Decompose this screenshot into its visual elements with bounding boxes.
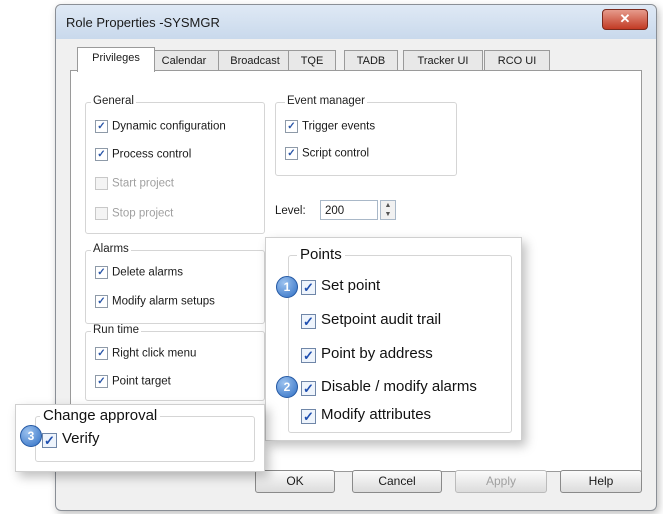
- checkbox-stop-project[interactable]: Stop project: [95, 207, 173, 220]
- apply-button[interactable]: Apply: [455, 470, 547, 493]
- event-manager-group-label: Event manager: [285, 95, 367, 107]
- tab-tadb[interactable]: TADB: [344, 50, 398, 71]
- checkbox-verify[interactable]: Verify: [42, 430, 100, 448]
- check-icon: [95, 266, 108, 279]
- checkbox-point-target[interactable]: Point target: [95, 375, 171, 388]
- general-group-label: General: [91, 95, 136, 107]
- tab-tqe[interactable]: TQE: [288, 50, 336, 71]
- ok-button[interactable]: OK: [255, 470, 335, 493]
- check-icon: [285, 147, 298, 160]
- run-time-group: [85, 331, 265, 401]
- checkbox-script-control[interactable]: Script control: [285, 147, 369, 160]
- points-group-label: Points: [297, 246, 345, 263]
- window-title: Role Properties -SYSMGR: [66, 15, 220, 30]
- level-label: Level:: [275, 205, 306, 217]
- help-button[interactable]: Help: [560, 470, 642, 493]
- check-icon: [95, 347, 108, 360]
- number-badge: 2: [276, 376, 298, 398]
- check-icon: [95, 148, 108, 161]
- alarms-group-label: Alarms: [91, 243, 131, 255]
- tab-tracker-ui[interactable]: Tracker UI: [403, 50, 483, 71]
- change-approval-group-label: Change approval: [40, 407, 161, 424]
- tab-broadcast[interactable]: Broadcast: [218, 50, 292, 71]
- tab-calendar[interactable]: Calendar: [148, 50, 220, 71]
- cancel-button[interactable]: Cancel: [352, 470, 442, 493]
- checkbox-set-point[interactable]: Set point: [301, 277, 380, 295]
- check-icon: [301, 280, 316, 295]
- check-icon: [95, 375, 108, 388]
- check-icon: [301, 381, 316, 396]
- checkbox-point-by-address[interactable]: Point by address: [301, 345, 433, 363]
- checkbox-empty-icon: [95, 177, 108, 190]
- check-icon: [95, 120, 108, 133]
- number-badge: 3: [20, 425, 42, 447]
- title-bar: Role Properties -SYSMGR ✕: [56, 5, 656, 39]
- alarms-group: [85, 250, 265, 324]
- check-icon: [301, 409, 316, 424]
- checkbox-dynamic-configuration[interactable]: Dynamic configuration: [95, 120, 226, 133]
- number-badge: 1: [276, 276, 298, 298]
- level-spinner[interactable]: ▲ ▼: [380, 200, 396, 220]
- tab-privileges[interactable]: Privileges: [77, 47, 155, 72]
- event-manager-group: [275, 102, 457, 176]
- spin-up-icon[interactable]: ▲: [381, 201, 395, 210]
- check-icon: [42, 433, 57, 448]
- checkbox-start-project[interactable]: Start project: [95, 177, 174, 190]
- spin-down-icon[interactable]: ▼: [381, 210, 395, 219]
- level-input[interactable]: 200: [320, 200, 378, 220]
- run-time-group-label: Run time: [91, 324, 142, 336]
- checkbox-modify-alarm-setups[interactable]: Modify alarm setups: [95, 295, 215, 308]
- checkbox-right-click-menu[interactable]: Right click menu: [95, 347, 196, 360]
- checkbox-setpoint-audit-trail[interactable]: Setpoint audit trail: [301, 311, 441, 329]
- check-icon: [95, 295, 108, 308]
- checkbox-delete-alarms[interactable]: Delete alarms: [95, 266, 183, 279]
- close-button[interactable]: ✕: [602, 9, 648, 30]
- checkbox-process-control[interactable]: Process control: [95, 148, 191, 161]
- checkbox-modify-attributes[interactable]: Modify attributes: [301, 406, 431, 424]
- check-icon: [301, 348, 316, 363]
- check-icon: [285, 120, 298, 133]
- checkbox-disable-modify-alarms[interactable]: Disable / modify alarms: [301, 378, 477, 396]
- checkbox-trigger-events[interactable]: Trigger events: [285, 120, 375, 133]
- check-icon: [301, 314, 316, 329]
- tab-rco-ui[interactable]: RCO UI: [484, 50, 550, 71]
- checkbox-empty-icon: [95, 207, 108, 220]
- close-icon: ✕: [619, 11, 631, 26]
